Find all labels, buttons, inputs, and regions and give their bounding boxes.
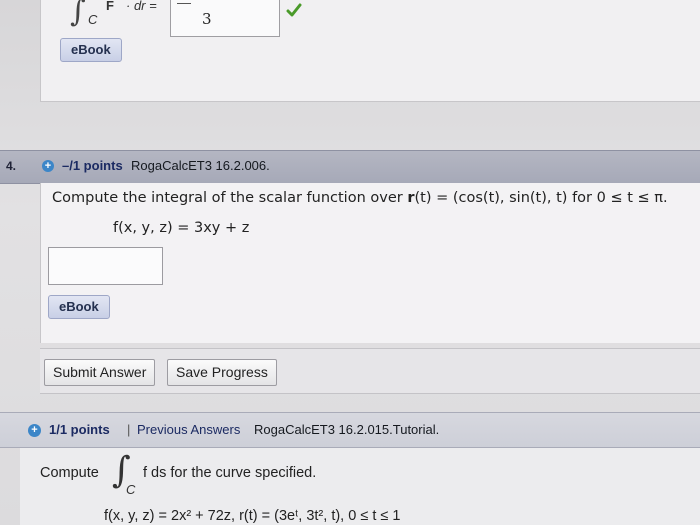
question-points: –/1 points: [62, 158, 123, 173]
plus-icon[interactable]: +: [28, 424, 41, 437]
next-question-source: RogaCalcET3 16.2.015.Tutorial.: [254, 422, 440, 437]
submit-answer-button[interactable]: Submit Answer: [44, 359, 156, 386]
integral-text: f ds for the curve specified.: [143, 465, 317, 481]
vector-field-F: F: [106, 0, 114, 13]
question-source: RogaCalcET3 16.2.006.: [131, 158, 270, 173]
question-header: 4. + –/1 points RogaCalcET3 16.2.006.: [0, 150, 700, 184]
scalar-function: f(x, y, z) = 3xy + z: [113, 220, 250, 236]
integral-sign: ∫: [70, 0, 86, 29]
plus-icon[interactable]: +: [42, 160, 54, 172]
previous-question-card: [40, 0, 700, 102]
curve-function: f(x, y, z) = 2x² + 72z, r(t) = (3eᵗ, 3t²…: [104, 508, 401, 524]
compute-label: Compute: [40, 465, 99, 481]
next-question-points: 1/1 points: [49, 422, 110, 437]
separator: |: [127, 422, 131, 437]
answer-input[interactable]: [48, 247, 163, 285]
prompt-start: Compute the integral of the scalar funct…: [52, 190, 408, 206]
integral-subscript: C: [126, 482, 136, 497]
previous-answers-link[interactable]: Previous Answers: [137, 422, 240, 437]
integral-subscript: C: [88, 12, 98, 27]
question-number: 4.: [6, 159, 17, 173]
previous-answer-value: 3: [202, 10, 212, 28]
ebook-button[interactable]: eBook: [48, 295, 110, 319]
dr-expression: · dr =: [126, 0, 157, 13]
previous-answer-box[interactable]: [170, 0, 280, 37]
fraction-bar: [177, 3, 191, 4]
ebook-button-top[interactable]: eBook: [60, 38, 122, 62]
question-prompt: Compute the integral of the scalar funct…: [52, 190, 668, 206]
save-progress-button[interactable]: Save Progress: [167, 359, 277, 386]
checkmark-icon: [286, 3, 302, 17]
prompt-mid: (t) = (cos(t), sin(t), t) for 0 ≤ t ≤ π.: [414, 190, 668, 206]
next-question-header: + 1/1 points | Previous Answers RogaCalc…: [0, 412, 700, 448]
